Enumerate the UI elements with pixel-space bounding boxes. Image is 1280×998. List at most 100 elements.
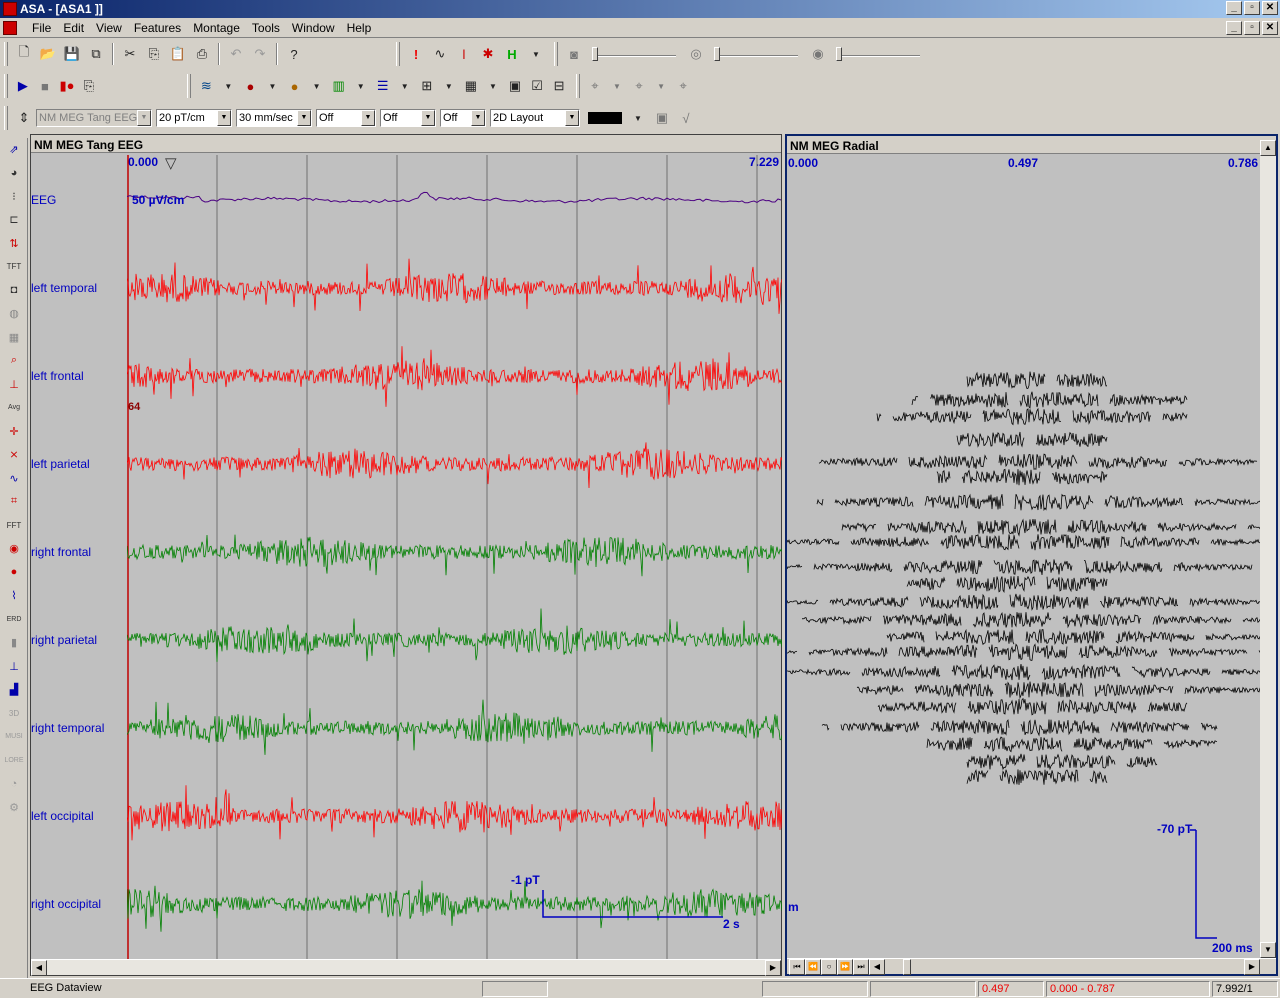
save-icon[interactable]: 💾 (61, 43, 83, 65)
tool-electrodes-icon[interactable]: ⁝ (3, 185, 25, 207)
filter-notch-select[interactable]: Off ▼ (440, 109, 486, 127)
export-icon[interactable]: ⎘ (79, 75, 99, 97)
radial-sensor-trace[interactable] (821, 718, 1218, 737)
radial-sensor-trace[interactable] (787, 663, 1262, 681)
radial-sensor-trace[interactable] (936, 468, 1108, 486)
source-icon[interactable]: ● (284, 75, 304, 97)
apply-settings-icon[interactable]: ▣ (651, 107, 673, 129)
grid-dropdown-icon[interactable]: ▼ (439, 75, 459, 97)
first-frame-button[interactable]: ⏮ (789, 959, 805, 975)
radial-sensor-trace[interactable] (911, 391, 1188, 409)
tool-dipole-icon[interactable]: ◉ (3, 538, 25, 560)
tool-sphere-icon[interactable]: ◍ (3, 303, 25, 325)
radial-playback-bar[interactable]: ⏮ ⏪ ○ ⏩ ⏭ ◀ ▶ (787, 958, 1276, 975)
tool-head-icon[interactable]: ◕ (3, 162, 25, 184)
channel-label[interactable]: right frontal (31, 545, 91, 559)
pause-button[interactable]: ○ (821, 959, 837, 975)
playback-scroll-left[interactable]: ◀ (869, 959, 885, 975)
eeg-traces[interactable] (127, 155, 782, 960)
radial-sensor-trace[interactable] (966, 371, 1108, 389)
spectrum-dropdown-icon[interactable]: ▼ (351, 75, 371, 97)
paste-icon[interactable]: 📋 (167, 43, 189, 65)
menu-file[interactable]: File (26, 21, 57, 35)
waveform-icon[interactable]: ∿ (429, 43, 451, 65)
montage-select[interactable]: NM MEG Tang EEG (c ▼ (36, 109, 152, 127)
radial-sensor-trace[interactable] (926, 736, 1218, 753)
radial-sensor-trace[interactable] (801, 612, 1262, 629)
radial-sensor-trace[interactable] (856, 681, 1262, 700)
tool-search-icon[interactable]: ⌕ (3, 350, 25, 372)
radial-sensor-trace[interactable] (841, 518, 1262, 537)
tool-peak-icon[interactable]: ⊥ (3, 373, 25, 395)
radial-sensor-trace[interactable] (818, 453, 1258, 470)
meg-radial-panel[interactable]: NM MEG Radial 0.000 0.497 0.786 -70 pT 2… (785, 134, 1278, 976)
radial-sensor-trace[interactable] (956, 431, 1108, 448)
tool-average-icon[interactable]: Avg (3, 397, 25, 419)
channel-trace[interactable] (127, 191, 782, 204)
menu-montage[interactable]: Montage (187, 21, 246, 35)
record-icon[interactable]: ▮● (57, 75, 77, 97)
channel-label[interactable]: right temporal (31, 721, 104, 735)
tool-erd-icon[interactable]: ERD (3, 608, 25, 630)
radial-sensor-trace[interactable] (876, 407, 1188, 426)
prev-frame-button[interactable]: ⏪ (805, 959, 821, 975)
spectrum-icon[interactable]: ▥ (329, 75, 349, 97)
interval-dropdown-icon[interactable]: ▼ (525, 43, 547, 65)
radial-sensor-trace[interactable] (787, 559, 1253, 576)
channel-trace[interactable] (127, 534, 782, 577)
table-icon[interactable]: ▦ (461, 75, 481, 97)
tool-mark-icon[interactable]: ⨯ (3, 444, 25, 466)
contrast-slider[interactable] (712, 43, 802, 65)
color-dropdown-icon[interactable]: ▼ (627, 107, 649, 129)
save-all-icon[interactable]: ⧉ (85, 43, 107, 65)
marker-pin-icon[interactable]: ǀ (453, 43, 475, 65)
channel-label[interactable]: EEG (31, 193, 56, 207)
montage-icon[interactable]: ≋ (196, 75, 216, 97)
tool-tft-icon[interactable]: TFT (3, 256, 25, 278)
tool-source-icon[interactable]: ● (3, 561, 25, 583)
tool-tree-icon[interactable]: ⊏ (3, 209, 25, 231)
document-icon[interactable] (3, 21, 17, 35)
montage-dropdown-icon[interactable]: ▼ (218, 75, 238, 97)
tool-brain-icon[interactable]: ◘ (3, 279, 25, 301)
brightness-icon[interactable]: ◙ (563, 43, 585, 65)
channel-label[interactable]: right occipital (31, 897, 101, 911)
artifact-icon[interactable]: ✱ (477, 43, 499, 65)
channel-label[interactable]: right parietal (31, 633, 97, 647)
channel-trace[interactable] (127, 258, 782, 314)
crosshair2-dropdown-icon[interactable]: ▼ (651, 75, 671, 97)
tool-baseline-icon[interactable]: ⊥ (3, 655, 25, 677)
channel-label[interactable]: left parietal (31, 457, 90, 471)
last-frame-button[interactable]: ⏭ (853, 959, 869, 975)
tool-3d-icon[interactable]: 3D (3, 702, 25, 724)
trace-color-swatch[interactable] (588, 112, 622, 124)
radial-sensor-trace[interactable] (787, 593, 1262, 611)
display-settings-icon[interactable]: ⇕ (13, 107, 35, 129)
brightness-slider[interactable] (590, 43, 680, 65)
radial-sensor-trace[interactable] (886, 628, 1262, 646)
tool-fft-icon[interactable]: FFT (3, 514, 25, 536)
channel-label[interactable]: left occipital (31, 809, 94, 823)
gain-slider[interactable] (834, 43, 924, 65)
tool-map-icon[interactable]: ⌗ (3, 491, 25, 513)
radial-sensor-trace[interactable] (906, 575, 1108, 593)
tool-run-icon[interactable]: ⇗ (3, 138, 25, 160)
radial-sensor-trace[interactable] (877, 697, 1188, 716)
tool-histogram-icon[interactable]: ▟ (3, 679, 25, 701)
tool-cursor-icon[interactable]: ✛ (3, 420, 25, 442)
scale-select[interactable]: 20 pT/cm ▼ (156, 109, 232, 127)
tool-wave-icon[interactable]: ∿ (3, 467, 25, 489)
confirm-icon[interactable]: √ (675, 107, 697, 129)
open-folder-icon[interactable]: 📂 (37, 43, 59, 65)
playback-slider-thumb[interactable] (903, 959, 911, 975)
left-panel-hscroll[interactable]: ◀ ▶ (31, 959, 781, 976)
doc-close-button[interactable]: ✕ (1262, 21, 1278, 35)
minimize-button[interactable]: _ (1226, 1, 1242, 15)
channel-trace[interactable] (127, 785, 782, 841)
menu-edit[interactable]: Edit (57, 21, 90, 35)
channel-trace[interactable] (127, 442, 782, 489)
tool-bar-icon[interactable]: ▮ (3, 632, 25, 654)
radial-sensor-trace[interactable] (787, 534, 1262, 551)
menu-help[interactable]: Help (341, 21, 378, 35)
close-button[interactable]: ✕ (1262, 1, 1278, 15)
